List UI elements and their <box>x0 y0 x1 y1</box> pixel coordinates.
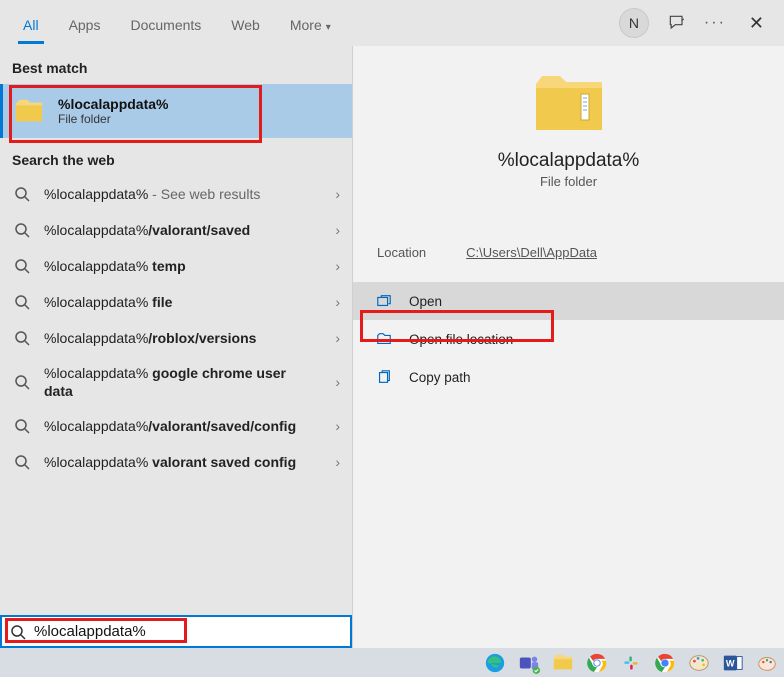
action-open-location[interactable]: Open file location <box>353 320 784 358</box>
taskbar-explorer-icon[interactable] <box>550 650 576 676</box>
taskbar-palette-icon[interactable] <box>754 650 780 676</box>
web-result-item[interactable]: %localappdata%/valorant/saved › <box>0 212 352 248</box>
folder-open-icon <box>375 330 393 348</box>
search-icon <box>10 624 26 640</box>
taskbar-edge-icon[interactable] <box>482 650 508 676</box>
top-bar: All Apps Documents Web More▾ N ··· ✕ <box>0 0 784 46</box>
web-result-item[interactable]: %localappdata% valorant saved config › <box>0 444 352 480</box>
taskbar-chrome-icon[interactable] <box>584 650 610 676</box>
tab-web[interactable]: Web <box>216 4 275 43</box>
web-result-text: %localappdata%/valorant/saved <box>44 221 313 239</box>
best-match-label: Best match <box>0 46 352 84</box>
user-avatar[interactable]: N <box>619 8 649 38</box>
web-result-text: %localappdata% temp <box>44 257 313 275</box>
search-icon <box>14 330 30 346</box>
chevron-right-icon: › <box>327 186 340 202</box>
action-open[interactable]: Open <box>353 282 784 320</box>
open-icon <box>375 292 393 310</box>
taskbar-word-icon[interactable]: W <box>720 650 746 676</box>
action-copy-path[interactable]: Copy path <box>353 358 784 396</box>
chevron-right-icon: › <box>327 454 340 470</box>
web-result-text: %localappdata% file <box>44 293 313 311</box>
search-input-value: %localappdata% <box>34 623 146 640</box>
taskbar-slack-icon[interactable] <box>618 650 644 676</box>
web-result-text: %localappdata% google chrome user data <box>44 364 313 400</box>
web-result-text: %localappdata%/valorant/saved/config <box>44 417 313 435</box>
web-result-item[interactable]: %localappdata% google chrome user data › <box>0 356 352 408</box>
web-results-list: %localappdata% - See web results › %loca… <box>0 176 352 480</box>
best-match-subtitle: File folder <box>58 112 168 126</box>
web-result-item[interactable]: %localappdata% - See web results › <box>0 176 352 212</box>
taskbar-paint-icon[interactable] <box>686 650 712 676</box>
preview-subtitle: File folder <box>540 174 597 189</box>
taskbar-chrome-canary-icon[interactable] <box>652 650 678 676</box>
tabs: All Apps Documents Web More▾ <box>8 4 346 43</box>
chevron-right-icon: › <box>327 374 340 390</box>
taskbar: W <box>0 648 784 677</box>
web-result-item[interactable]: %localappdata% file › <box>0 284 352 320</box>
close-button[interactable]: ✕ <box>743 13 770 34</box>
chevron-right-icon: › <box>327 418 340 434</box>
web-result-item[interactable]: %localappdata%/valorant/saved/config › <box>0 408 352 444</box>
folder-icon <box>14 96 44 126</box>
tab-all[interactable]: All <box>8 4 54 43</box>
chevron-right-icon: › <box>327 330 340 346</box>
web-result-item[interactable]: %localappdata% temp › <box>0 248 352 284</box>
tab-more[interactable]: More▾ <box>275 4 346 43</box>
search-icon <box>14 374 30 390</box>
search-icon <box>14 294 30 310</box>
tab-apps[interactable]: Apps <box>54 4 116 43</box>
action-copy-path-label: Copy path <box>409 370 471 385</box>
search-icon <box>14 186 30 202</box>
copy-icon <box>375 368 393 386</box>
preview-title: %localappdata% <box>498 150 640 172</box>
folder-icon <box>533 72 605 134</box>
search-icon <box>14 258 30 274</box>
top-actions: N ··· ✕ <box>619 8 776 38</box>
chevron-right-icon: › <box>327 222 340 238</box>
search-web-label: Search the web <box>0 138 352 176</box>
search-icon <box>14 454 30 470</box>
location-label: Location <box>377 245 426 260</box>
search-input-bar[interactable]: %localappdata% <box>0 615 352 648</box>
web-result-text: %localappdata% - See web results <box>44 185 313 203</box>
taskbar-teams-icon[interactable] <box>516 650 542 676</box>
web-result-text: %localappdata%/roblox/versions <box>44 329 313 347</box>
search-icon <box>14 222 30 238</box>
location-row: Location C:\Users\Dell\AppData <box>353 189 784 276</box>
preview-actions: Open Open file location Copy path <box>353 282 784 396</box>
best-match-item[interactable]: %localappdata% File folder <box>0 84 352 138</box>
action-open-label: Open <box>409 294 442 309</box>
chevron-right-icon: › <box>327 294 340 310</box>
chevron-right-icon: › <box>327 258 340 274</box>
tab-documents[interactable]: Documents <box>115 4 216 43</box>
location-path-link[interactable]: C:\Users\Dell\AppData <box>466 245 597 260</box>
preview-pane: %localappdata% File folder Location C:\U… <box>352 46 784 648</box>
web-result-text: %localappdata% valorant saved config <box>44 453 313 471</box>
results-pane: Best match %localappdata% File folder Se… <box>0 46 352 648</box>
search-icon <box>14 418 30 434</box>
action-open-location-label: Open file location <box>409 332 513 347</box>
best-match-title: %localappdata% <box>58 96 168 112</box>
svg-text:W: W <box>726 658 735 668</box>
chevron-down-icon: ▾ <box>326 22 331 33</box>
feedback-icon[interactable] <box>667 13 687 33</box>
web-result-item[interactable]: %localappdata%/roblox/versions › <box>0 320 352 356</box>
more-options-icon[interactable]: ··· <box>705 13 725 33</box>
